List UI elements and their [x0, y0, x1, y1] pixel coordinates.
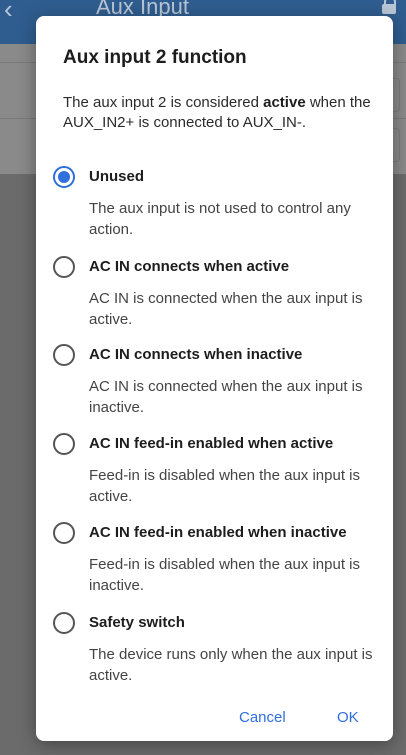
- radio-unchecked-icon[interactable]: [53, 256, 75, 278]
- option-description: The device runs only when the aux input …: [89, 646, 373, 684]
- aux-input-function-dialog: Aux input 2 function The aux input 2 is …: [36, 16, 393, 741]
- option-label: Safety switch: [89, 614, 185, 631]
- option-label: AC IN connects when inactive: [89, 346, 303, 363]
- lock-icon[interactable]: [382, 0, 396, 14]
- ok-button[interactable]: OK: [337, 709, 359, 726]
- option-label: AC IN connects when active: [89, 258, 290, 275]
- radio-unchecked-icon[interactable]: [53, 612, 75, 634]
- cancel-button[interactable]: Cancel: [239, 709, 286, 726]
- description-text: The aux input 2 is considered: [63, 94, 264, 111]
- description-bold: active: [263, 94, 306, 111]
- option-label: AC IN feed-in enabled when active: [89, 435, 334, 452]
- option-description: AC IN is connected when the aux input is…: [89, 378, 363, 416]
- dialog-title: Aux input 2 function: [63, 47, 247, 68]
- option-description: Feed-in is disabled when the aux input i…: [89, 556, 360, 594]
- option-description: AC IN is connected when the aux input is…: [89, 290, 363, 328]
- radio-unchecked-icon[interactable]: [53, 433, 75, 455]
- radio-unchecked-icon[interactable]: [53, 344, 75, 366]
- option-description: The aux input is not used to control any…: [89, 200, 351, 238]
- radio-unchecked-icon[interactable]: [53, 522, 75, 544]
- radio-checked-icon[interactable]: [53, 166, 75, 188]
- option-description: Feed-in is disabled when the aux input i…: [89, 467, 360, 505]
- back-arrow-icon[interactable]: ‹: [4, 0, 13, 25]
- option-label: Unused: [89, 168, 145, 185]
- option-label: AC IN feed-in enabled when inactive: [89, 524, 347, 541]
- dialog-description: The aux input 2 is considered active whe…: [63, 93, 373, 133]
